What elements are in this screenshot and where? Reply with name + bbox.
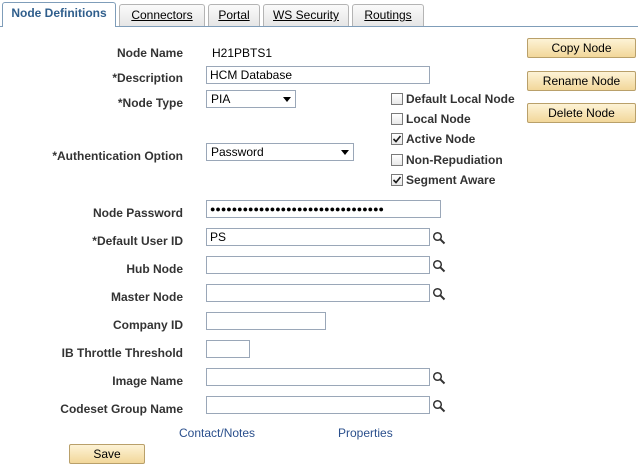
checkmark-icon: [392, 135, 402, 143]
node-type-select[interactable]: PIA: [206, 90, 296, 108]
tab-connectors[interactable]: Connectors: [119, 4, 205, 26]
image-name-label: Image Name: [112, 374, 183, 388]
master-node-label: Master Node: [110, 290, 183, 304]
auth-option-label: *Authentication Option: [52, 149, 183, 163]
node-password-label: Node Password: [92, 206, 183, 220]
ib-throttle-label: IB Throttle Threshold: [61, 346, 183, 360]
contact-notes-link[interactable]: Contact/Notes: [179, 426, 255, 440]
tab-label: Node Definitions: [11, 6, 107, 20]
description-label: *Description: [112, 71, 183, 85]
active-node-checkbox[interactable]: [391, 133, 403, 145]
tab-ws-security[interactable]: WS Security: [263, 4, 349, 26]
save-button[interactable]: Save: [69, 444, 145, 464]
tab-node-definitions[interactable]: Node Definitions: [2, 2, 116, 27]
tab-label: Connectors: [131, 8, 193, 22]
auth-option-select[interactable]: Password: [206, 143, 354, 161]
segment-aware-label: Segment Aware: [406, 173, 496, 187]
search-icon[interactable]: [432, 287, 446, 301]
chevron-down-icon: [341, 150, 349, 155]
master-node-input[interactable]: [206, 284, 430, 302]
search-icon[interactable]: [432, 231, 446, 245]
tab-label: Routings: [364, 8, 412, 22]
search-icon[interactable]: [432, 259, 446, 273]
ib-throttle-input[interactable]: [206, 340, 250, 358]
search-icon[interactable]: [432, 399, 446, 413]
hub-node-label: Hub Node: [126, 262, 183, 276]
checkmark-icon: [392, 176, 402, 184]
default-user-input[interactable]: PS: [206, 228, 430, 246]
hub-node-input[interactable]: [206, 256, 430, 274]
search-icon[interactable]: [432, 371, 446, 385]
delete-node-button[interactable]: Delete Node: [527, 103, 636, 123]
non-repudiation-checkbox[interactable]: [391, 154, 403, 166]
auth-option-value: Password: [211, 145, 264, 159]
codeset-label: Codeset Group Name: [60, 402, 183, 416]
properties-link[interactable]: Properties: [338, 426, 393, 440]
default-local-node-label: Default Local Node: [406, 92, 515, 106]
description-input[interactable]: HCM Database: [206, 66, 430, 84]
chevron-down-icon: [283, 97, 291, 102]
default-local-node-checkbox[interactable]: [391, 93, 403, 105]
copy-node-button[interactable]: Copy Node: [527, 38, 636, 58]
tab-label: Portal: [218, 8, 250, 22]
rename-node-button[interactable]: Rename Node: [527, 71, 636, 91]
node-password-input[interactable]: ●●●●●●●●●●●●●●●●●●●●●●●●●●●●●●●●: [206, 200, 441, 218]
codeset-input[interactable]: [206, 396, 430, 414]
node-name-label: Node Name: [116, 46, 183, 60]
local-node-label: Local Node: [406, 112, 471, 126]
default-user-label: *Default User ID: [92, 234, 183, 248]
company-id-label: Company ID: [112, 318, 183, 332]
node-type-value: PIA: [211, 92, 231, 106]
local-node-checkbox[interactable]: [391, 113, 403, 125]
tab-portal[interactable]: Portal: [208, 4, 260, 26]
node-name-value: H21PBTS1: [212, 46, 273, 60]
tab-routings[interactable]: Routings: [352, 4, 424, 26]
node-type-label: *Node Type: [117, 96, 183, 110]
tab-label: WS Security: [272, 8, 339, 22]
tab-bar: Node Definitions Connectors Portal WS Se…: [0, 0, 638, 29]
company-id-input[interactable]: [206, 312, 326, 330]
active-node-label: Active Node: [406, 132, 476, 146]
non-repudiation-label: Non-Repudiation: [406, 153, 503, 167]
image-name-input[interactable]: [206, 368, 430, 386]
segment-aware-checkbox[interactable]: [391, 174, 403, 186]
